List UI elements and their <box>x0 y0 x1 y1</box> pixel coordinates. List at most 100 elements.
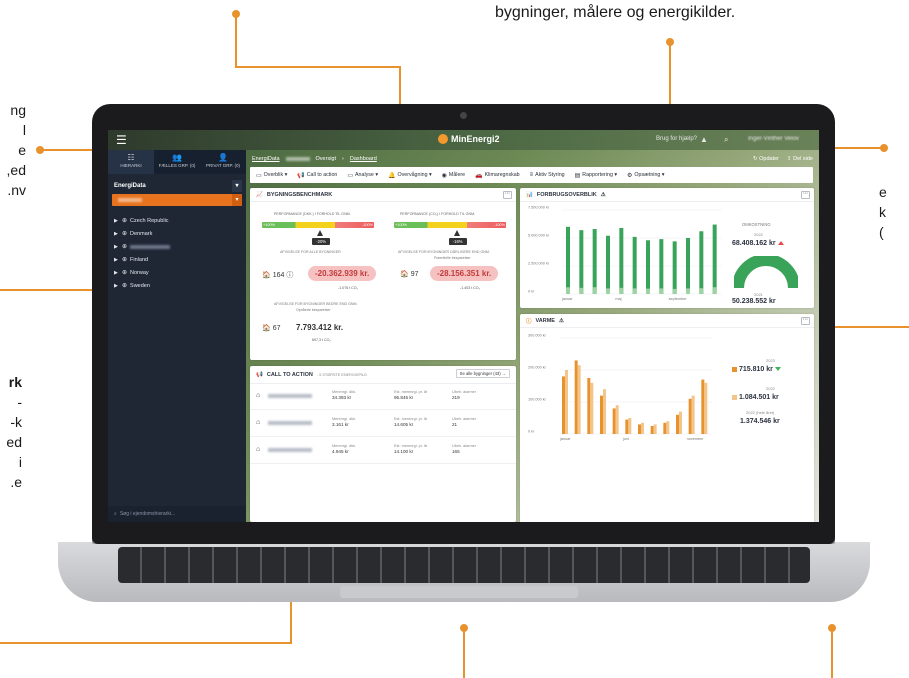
nav-item[interactable]: ▭ Overblik ▾ <box>256 172 287 179</box>
chevron-down-icon[interactable]: ▾ <box>232 180 242 192</box>
tree-item[interactable]: ▶ ⊕ Sweden <box>108 279 246 292</box>
organisation-select[interactable]: EnergiData ▾ <box>112 180 242 192</box>
bar[interactable] <box>646 240 650 294</box>
nav-item[interactable]: ⚙ Opsætning ▾ <box>627 172 664 179</box>
chevron-right-icon[interactable]: ▶ <box>114 244 119 250</box>
search-icon[interactable]: ⌕ <box>724 135 728 145</box>
kpi-title: OMKOSTNING <box>742 222 771 227</box>
bar[interactable] <box>632 236 637 294</box>
bar[interactable] <box>619 227 624 294</box>
hierarchy-search[interactable]: ⌕ Søg i ejendomshierarki... <box>108 506 246 522</box>
bar[interactable] <box>606 288 610 294</box>
card-menu-button[interactable]: ··· <box>801 191 810 199</box>
bar[interactable] <box>712 287 717 294</box>
cta-row[interactable]: ⌂ Merenrgi. dkk. 4.945 kr Est. merenrgi. pr… <box>250 438 516 464</box>
bar[interactable] <box>666 421 670 434</box>
nav-item[interactable]: ◉ Målere <box>442 172 465 179</box>
update-button[interactable]: ↻ Opdater <box>753 156 779 162</box>
bar[interactable] <box>579 287 584 294</box>
organisation-label: EnergiData <box>114 183 146 189</box>
chevron-right-icon[interactable]: ▶ <box>114 270 119 276</box>
card-menu-button[interactable]: ··· <box>503 191 512 199</box>
tab-privat-grp[interactable]: 👤 PRIVAT GRP. (0) <box>200 150 246 174</box>
bar[interactable] <box>619 287 624 294</box>
user-name[interactable]: Inger-Vinther Velov <box>748 136 799 142</box>
bar[interactable] <box>632 288 637 294</box>
bar[interactable] <box>638 424 641 434</box>
bar[interactable] <box>603 389 606 434</box>
info-icon[interactable]: ⓘ <box>286 270 293 280</box>
bar[interactable] <box>590 382 594 434</box>
chevron-right-icon[interactable]: ▶ <box>114 218 119 224</box>
bar[interactable] <box>686 288 690 294</box>
chevron-right-icon[interactable]: ▶ <box>114 257 119 263</box>
nav-item[interactable]: 🚗 Klimaregnskab <box>475 172 520 179</box>
bar[interactable] <box>592 229 597 294</box>
tree-item[interactable]: ▶ ⊕ Finland <box>108 253 246 266</box>
bar[interactable] <box>587 378 591 434</box>
bar[interactable] <box>577 365 581 434</box>
tree-item[interactable]: ▶ ⊕ Czech Republic <box>108 214 246 227</box>
bar[interactable] <box>628 418 632 434</box>
bar[interactable] <box>566 226 570 294</box>
bar[interactable] <box>612 408 616 434</box>
bar[interactable] <box>699 231 704 294</box>
tab-faelles-grp[interactable]: 👥 FÆLLES GRP. (0) <box>154 150 200 174</box>
bar[interactable] <box>686 238 690 294</box>
chevron-down-icon[interactable]: ▾ <box>232 194 242 206</box>
bar[interactable] <box>646 288 650 294</box>
bar[interactable] <box>600 395 603 434</box>
chevron-right-icon[interactable]: ▶ <box>114 231 119 237</box>
nav-item[interactable]: ▤ Rapportering ▾ <box>575 172 617 179</box>
bar[interactable] <box>712 224 717 294</box>
y-tick-label: 0 kr <box>528 430 535 434</box>
bar[interactable] <box>565 370 568 434</box>
bar[interactable] <box>676 414 679 434</box>
bar[interactable] <box>704 382 708 434</box>
share-button[interactable]: ⇪ Del side <box>787 156 813 162</box>
nav-item[interactable]: 📢 Call to action <box>297 172 337 179</box>
bar[interactable] <box>592 287 597 294</box>
bar[interactable] <box>691 395 695 434</box>
cta-row[interactable]: ⌂ Merenrgi. dkk. 34.393 kr Est. merenrgi. p… <box>250 384 516 410</box>
card-menu-button[interactable]: ··· <box>801 317 810 325</box>
cta-row[interactable]: ⌂ Merenrgi. dkk. 3.161 kr Est. merenrgi. pr… <box>250 411 516 437</box>
bar[interactable] <box>615 405 619 434</box>
nav-item[interactable]: ≡ Aktiv Styring <box>530 172 565 178</box>
bar[interactable] <box>701 379 705 434</box>
bar[interactable] <box>672 288 677 294</box>
bar[interactable] <box>579 230 584 294</box>
bar[interactable] <box>650 426 654 434</box>
bar[interactable] <box>562 376 565 434</box>
bar[interactable] <box>625 419 629 434</box>
bar[interactable] <box>641 422 644 434</box>
tree-item[interactable]: ▶ ⊕ Denmark <box>108 227 246 240</box>
bar[interactable] <box>672 241 677 294</box>
bar[interactable] <box>679 411 682 434</box>
app-logo[interactable]: MinEnergi2 <box>438 134 500 144</box>
breadcrumb-middle[interactable]: Oversigt <box>316 156 336 162</box>
bar[interactable] <box>653 424 657 434</box>
tree-item[interactable]: ▶ ⊕ <box>108 240 246 253</box>
bar[interactable] <box>606 235 610 294</box>
see-all-buildings-button[interactable]: Se alle bygninger (43) → <box>455 369 510 378</box>
globe-icon: ⊕ <box>122 231 128 237</box>
help-link[interactable]: Brug for hjælp? <box>656 136 697 142</box>
menu-icon[interactable]: ☰ <box>116 133 128 147</box>
selected-group-select[interactable]: ▾ <box>112 194 242 206</box>
nav-item[interactable]: 🔔 Overvågning ▾ <box>388 172 432 179</box>
bar[interactable] <box>574 360 578 434</box>
breadcrumb-root[interactable]: EnergiData <box>252 156 280 162</box>
bar[interactable] <box>566 287 570 294</box>
bar[interactable] <box>699 288 704 294</box>
bar[interactable] <box>663 422 667 434</box>
bar[interactable] <box>688 398 692 434</box>
notification-icon[interactable]: ▲ <box>700 135 708 144</box>
bar[interactable] <box>659 239 664 294</box>
nav-item[interactable]: ▭ Analyse ▾ <box>347 172 378 179</box>
warning-icon: ⚠ <box>600 191 606 198</box>
tree-item[interactable]: ▶ ⊕ Norway <box>108 266 246 279</box>
tab-hierarki[interactable]: ☷ HIERARKI <box>108 150 154 174</box>
bar[interactable] <box>659 288 664 294</box>
chevron-right-icon[interactable]: ▶ <box>114 283 119 289</box>
